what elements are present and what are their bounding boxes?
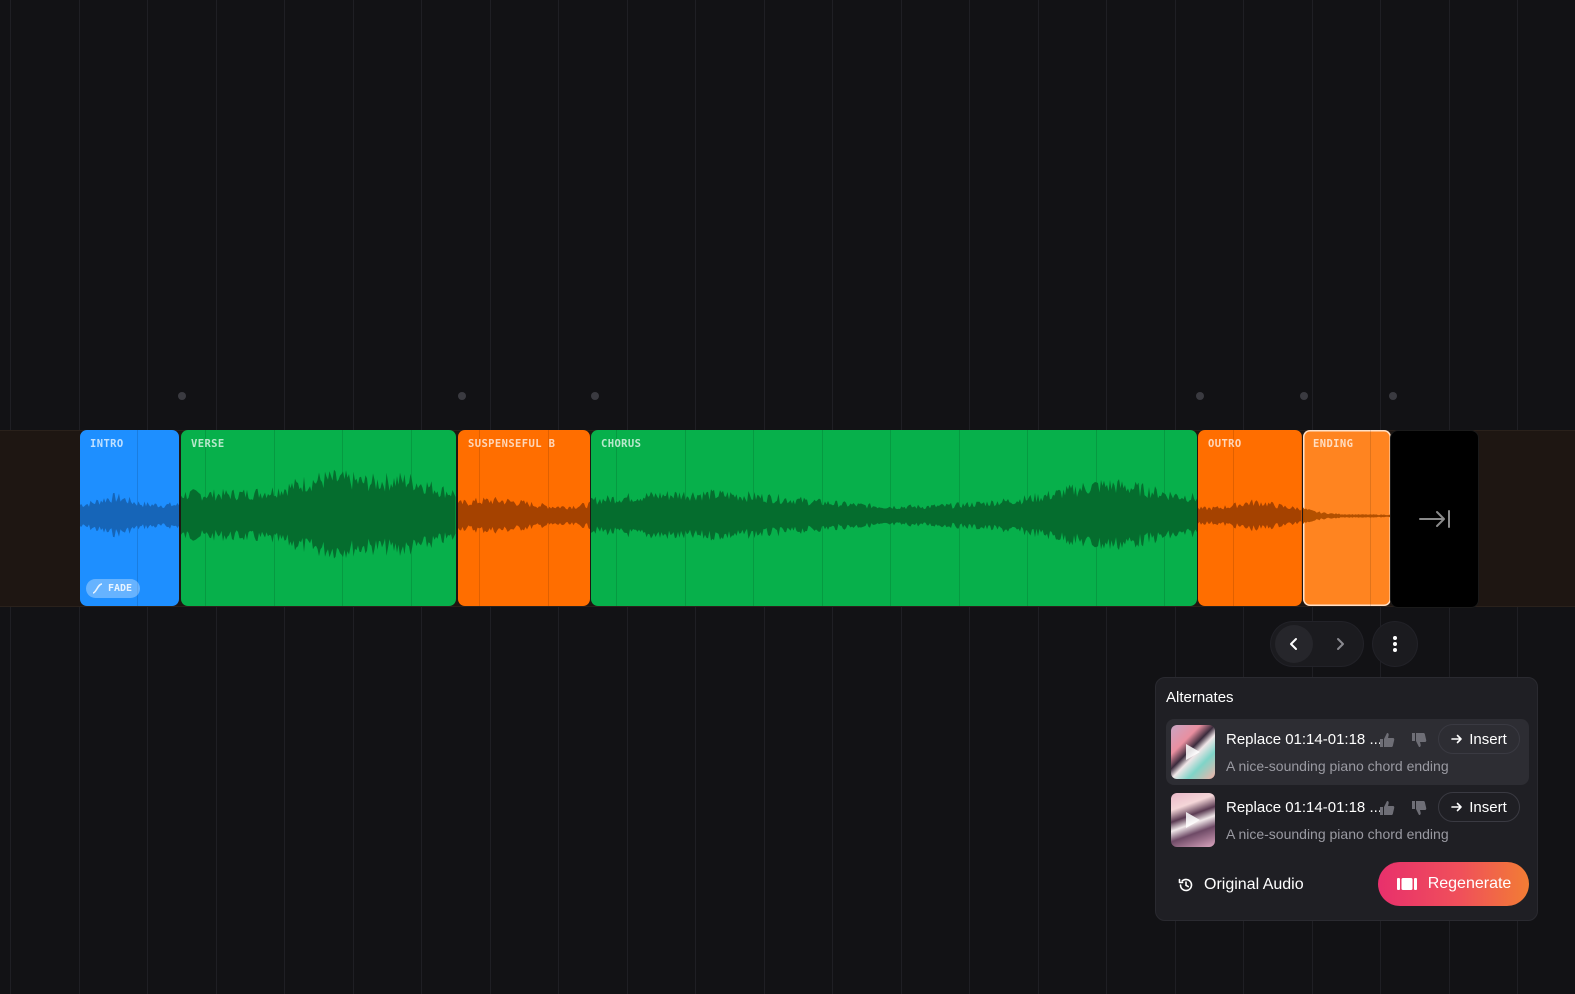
waveform-path (458, 496, 590, 534)
section-marker[interactable] (458, 392, 466, 400)
section-outro[interactable]: OUTRO (1198, 430, 1302, 606)
thumbs-up-icon[interactable] (1378, 731, 1396, 749)
section-label: VERSE (191, 438, 225, 450)
section-label: ENDING (1313, 438, 1354, 450)
thumbs-down-icon[interactable] (1410, 799, 1428, 817)
section-marker[interactable] (1300, 392, 1308, 400)
alternate-thumbnail[interactable] (1171, 793, 1215, 847)
section-marker[interactable] (1389, 392, 1397, 400)
section-label: OUTRO (1208, 438, 1242, 450)
alternate-title: Replace 01:14-01:18 ... (1226, 731, 1382, 748)
chevron-left-icon (1290, 638, 1297, 650)
thumbs-up-icon[interactable] (1378, 799, 1396, 817)
verse-waveform (181, 469, 456, 559)
section-suspenseful[interactable]: SUSPENSEFUL B (458, 430, 590, 606)
insert-label: Insert (1469, 730, 1507, 748)
alternate-description: A nice-sounding piano chord ending (1226, 758, 1449, 774)
previous-alternate-button[interactable] (1275, 625, 1313, 663)
chorus-waveform (591, 479, 1197, 550)
section-marker[interactable] (178, 392, 186, 400)
waveform-path (1198, 499, 1302, 532)
section-intro[interactable]: INTRO FADE (80, 430, 179, 606)
panel-title: Alternates (1166, 689, 1234, 706)
section-chorus[interactable]: CHORUS (591, 430, 1197, 606)
ending-waveform (1303, 507, 1390, 525)
section-marker[interactable] (591, 392, 599, 400)
track-band-bottom-line (0, 606, 1575, 607)
waveform-path (591, 479, 1197, 550)
arrow-right-icon (1451, 802, 1463, 812)
fade-curve-icon (92, 583, 103, 594)
thumbs-down-icon[interactable] (1410, 731, 1428, 749)
next-alternate-button[interactable] (1321, 625, 1359, 663)
play-icon (1186, 812, 1200, 828)
original-audio-button[interactable]: Original Audio (1178, 873, 1304, 897)
section-verse[interactable]: VERSE (181, 430, 456, 606)
suspenseful-waveform (458, 496, 590, 534)
arrow-right-icon (1451, 734, 1463, 744)
extend-to-end-button[interactable] (1390, 430, 1479, 608)
section-ending[interactable]: ENDING (1303, 430, 1391, 606)
waveform-path (181, 469, 456, 559)
regenerate-label: Regenerate (1427, 875, 1512, 892)
chevron-right-icon (1337, 638, 1344, 650)
fade-badge[interactable]: FADE (86, 579, 141, 598)
original-audio-label: Original Audio (1204, 876, 1304, 893)
section-label: SUSPENSEFUL B (468, 438, 556, 450)
regenerate-icon (1396, 878, 1417, 890)
waveform-path (1303, 507, 1390, 525)
regenerate-button[interactable]: Regenerate (1378, 862, 1529, 906)
insert-button[interactable]: Insert (1438, 792, 1520, 822)
section-label: CHORUS (601, 438, 642, 450)
fade-label: FADE (108, 583, 133, 594)
section-label: INTRO (90, 438, 124, 450)
skip-to-end-icon (1418, 510, 1450, 528)
insert-label: Insert (1469, 798, 1507, 816)
more-options-button[interactable] (1373, 622, 1417, 666)
section-marker[interactable] (1196, 392, 1204, 400)
alternate-item[interactable]: Replace 01:14-01:18 ... A nice-sounding … (1166, 787, 1529, 853)
history-icon (1178, 878, 1193, 892)
alternate-description: A nice-sounding piano chord ending (1226, 826, 1449, 842)
more-vertical-icon (1393, 636, 1397, 652)
alternate-thumbnail[interactable] (1171, 725, 1215, 779)
alternate-nav (1271, 622, 1363, 666)
alternate-item[interactable]: Replace 01:14-01:18 ... A nice-sounding … (1166, 719, 1529, 785)
alternate-title: Replace 01:14-01:18 ... (1226, 799, 1382, 816)
play-icon (1186, 744, 1200, 760)
insert-button[interactable]: Insert (1438, 724, 1520, 754)
outro-waveform (1198, 499, 1302, 532)
waveform-path (80, 492, 179, 538)
alternates-panel: Alternates Replace 01:14-01:18 ... A nic… (1155, 677, 1538, 921)
